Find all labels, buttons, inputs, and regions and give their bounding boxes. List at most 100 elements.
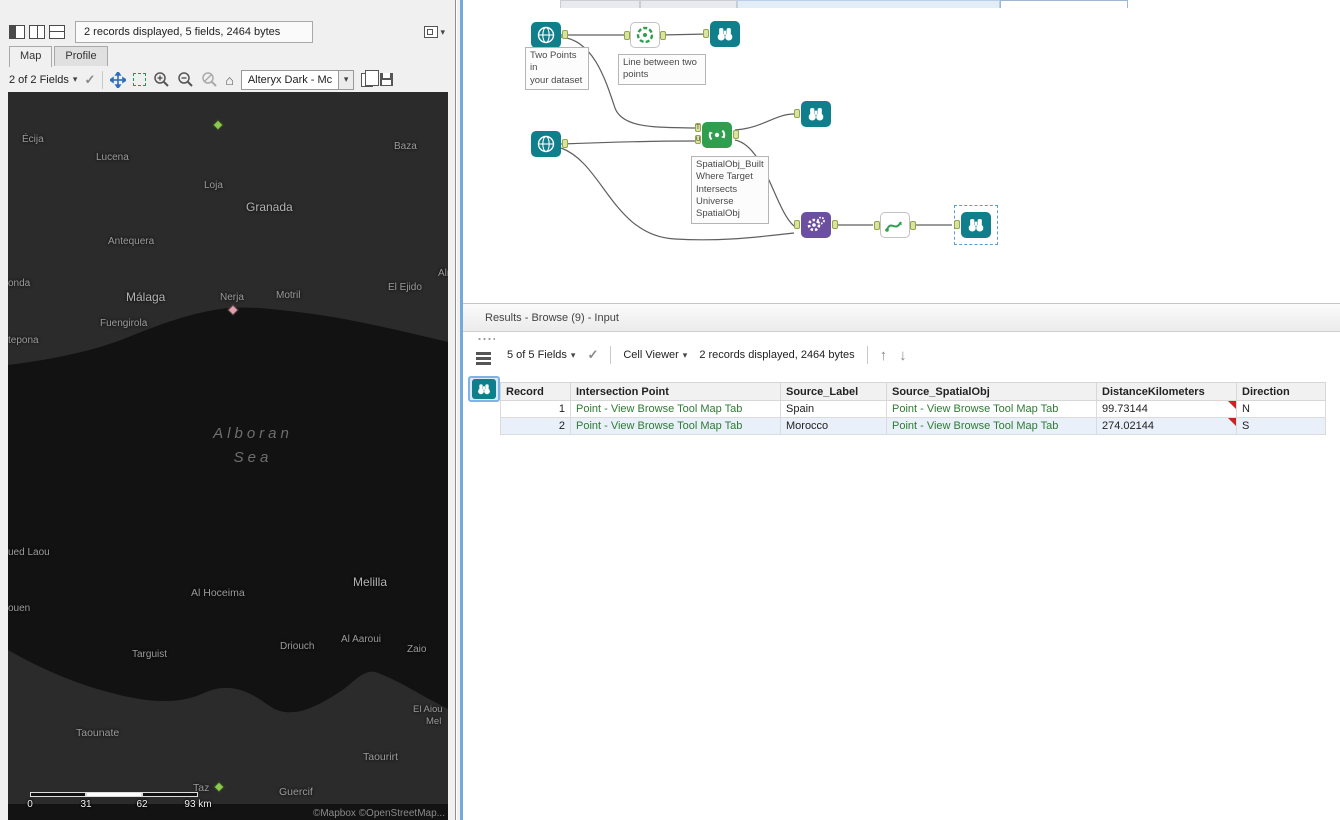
target-input-anchor[interactable]: T <box>695 123 701 132</box>
select-rectangle-icon[interactable] <box>133 73 147 86</box>
ring-tool-icon <box>636 26 654 44</box>
map-point-marker[interactable] <box>227 304 239 316</box>
col-source-spatialobj[interactable]: Source_SpatialObj <box>886 382 1097 401</box>
tool-line-builder[interactable] <box>624 22 666 48</box>
workflow-canvas[interactable]: T U Two Points in your dataset Line betw… <box>463 8 1340 303</box>
annotation-two-points[interactable]: Two Points in your dataset <box>525 47 589 91</box>
browse-tabs: Map Profile <box>9 46 108 67</box>
col-distance-km[interactable]: DistanceKilometers <box>1096 382 1237 401</box>
spatial-match-icon <box>708 129 726 141</box>
map-point-marker[interactable] <box>213 781 225 793</box>
annotation-line-between[interactable]: Line between two points <box>618 54 706 85</box>
save-icon[interactable] <box>380 73 394 86</box>
input-anchor[interactable] <box>794 109 800 118</box>
intersection-point-cell[interactable]: Point - View Browse Tool Map Tab <box>570 417 781 435</box>
tool-spatial-process[interactable] <box>794 212 838 238</box>
output-anchor[interactable] <box>832 220 838 229</box>
tab-map[interactable]: Map <box>9 46 53 67</box>
zoom-home-icon[interactable]: ⌂ <box>225 73 233 87</box>
cell-viewer-dropdown[interactable]: Cell Viewer ▾ <box>623 349 687 361</box>
fields-dropdown[interactable]: 2 of 2 Fields ▾ <box>9 74 77 86</box>
output-anchor[interactable] <box>733 130 739 139</box>
col-direction[interactable]: Direction <box>1236 382 1326 401</box>
map-toolbar: 2 of 2 Fields ▾ ✓ ⌂ Alteryx Dark - Mc ▾ <box>9 67 449 92</box>
layout-single-icon[interactable] <box>9 25 25 39</box>
globe-icon <box>537 26 555 44</box>
tool-browse-2[interactable] <box>794 101 831 127</box>
table-header-row: Record Intersection Point Source_Label S… <box>500 382 1326 401</box>
source-label-cell[interactable]: Morocco <box>780 417 887 435</box>
direction-cell[interactable]: N <box>1236 400 1326 418</box>
chevron-down-icon[interactable]: ▾ <box>338 70 354 89</box>
workflow-tab[interactable] <box>560 0 640 8</box>
output-anchor[interactable] <box>660 31 666 40</box>
zoom-selection-icon[interactable] <box>201 71 218 88</box>
distance-cell[interactable]: 274.02144 <box>1096 417 1237 435</box>
map-theme-dropdown[interactable]: Alteryx Dark - Mc ▾ <box>240 69 355 90</box>
universe-input-anchor[interactable]: U <box>695 135 701 144</box>
direction-cell[interactable]: S <box>1236 417 1326 435</box>
table-row: 1 Point - View Browse Tool Map Tab Spain… <box>500 400 1326 418</box>
map-canvas[interactable]: Écija Lucena Baza Loja Granada Antequera Málag… <box>8 92 448 820</box>
selected-tool-indicator[interactable] <box>468 376 500 402</box>
separator <box>610 346 612 364</box>
results-title: Results - Browse (9) - Input <box>463 303 1340 332</box>
move-up-icon[interactable]: ↑ <box>880 347 888 364</box>
chevron-down-icon[interactable]: ▾ <box>440 27 445 38</box>
col-record[interactable]: Record <box>500 382 571 401</box>
record-cell[interactable]: 1 <box>500 400 571 418</box>
new-window-icon <box>424 26 439 38</box>
results-fields-dropdown[interactable]: 5 of 5 Fields ▾ <box>507 349 575 361</box>
results-panel: Results - Browse (9) - Input 5 of 5 Fiel… <box>463 303 1340 820</box>
chevron-down-icon: ▾ <box>682 349 688 360</box>
results-body: 5 of 5 Fields ▾ ✓ Cell Viewer ▾ 2 record… <box>463 332 1340 820</box>
drag-handle-icon[interactable] <box>477 337 495 341</box>
results-table: Record Intersection Point Source_Label S… <box>500 382 1326 435</box>
tool-browse-1[interactable] <box>703 21 740 47</box>
move-down-icon[interactable]: ↓ <box>899 347 907 364</box>
input-anchor[interactable] <box>874 221 880 230</box>
map-point-marker[interactable] <box>212 119 224 131</box>
output-anchor[interactable] <box>562 139 568 148</box>
source-label-cell[interactable]: Spain <box>780 400 887 418</box>
tool-spatial-match[interactable]: T U <box>695 122 739 148</box>
route-icon <box>885 221 902 232</box>
zoom-out-icon[interactable] <box>177 71 194 88</box>
workflow-tab-active[interactable] <box>1000 0 1128 8</box>
tool-distance[interactable] <box>874 212 916 238</box>
gears-icon <box>807 216 825 232</box>
layout-split-horizontal-icon[interactable] <box>49 25 65 39</box>
layout-split-vertical-icon[interactable] <box>29 25 45 39</box>
apply-check-icon[interactable]: ✓ <box>587 347 598 363</box>
record-cell[interactable]: 2 <box>500 417 571 435</box>
tool-browse-selected[interactable] <box>954 212 991 238</box>
workflow-tab-strip <box>463 0 1340 8</box>
intersection-point-cell[interactable]: Point - View Browse Tool Map Tab <box>570 400 781 418</box>
input-anchor[interactable] <box>703 29 709 38</box>
tool-input-data-1[interactable] <box>531 22 568 48</box>
new-window-button[interactable]: ▾ <box>424 26 445 38</box>
workflow-tab[interactable] <box>640 0 737 8</box>
col-intersection-point[interactable]: Intersection Point <box>570 382 781 401</box>
col-source-label[interactable]: Source_Label <box>780 382 887 401</box>
binoculars-icon <box>472 379 496 399</box>
output-anchor[interactable] <box>562 30 568 39</box>
source-spatialobj-cell[interactable]: Point - View Browse Tool Map Tab <box>886 400 1097 418</box>
source-spatialobj-cell[interactable]: Point - View Browse Tool Map Tab <box>886 417 1097 435</box>
annotation-spatial-match[interactable]: SpatialObj_Built Where Target Intersects… <box>691 156 769 224</box>
distance-cell[interactable]: 99.73144 <box>1096 400 1237 418</box>
scale-tick-label: 31 <box>80 799 92 810</box>
workflow-tab[interactable] <box>737 0 1000 8</box>
input-anchor[interactable] <box>954 220 960 229</box>
scale-tick-label: 0 <box>27 799 33 810</box>
tab-profile[interactable]: Profile <box>54 46 108 66</box>
input-anchor[interactable] <box>794 220 800 229</box>
copy-icon[interactable] <box>361 69 380 87</box>
apply-check-icon[interactable]: ✓ <box>84 72 95 88</box>
output-anchor[interactable] <box>910 221 916 230</box>
tool-input-data-2[interactable] <box>531 131 568 157</box>
zoom-in-icon[interactable] <box>153 71 170 88</box>
pan-icon[interactable] <box>110 71 127 88</box>
connection-list-icon[interactable] <box>469 346 497 370</box>
input-anchor[interactable] <box>624 31 630 40</box>
